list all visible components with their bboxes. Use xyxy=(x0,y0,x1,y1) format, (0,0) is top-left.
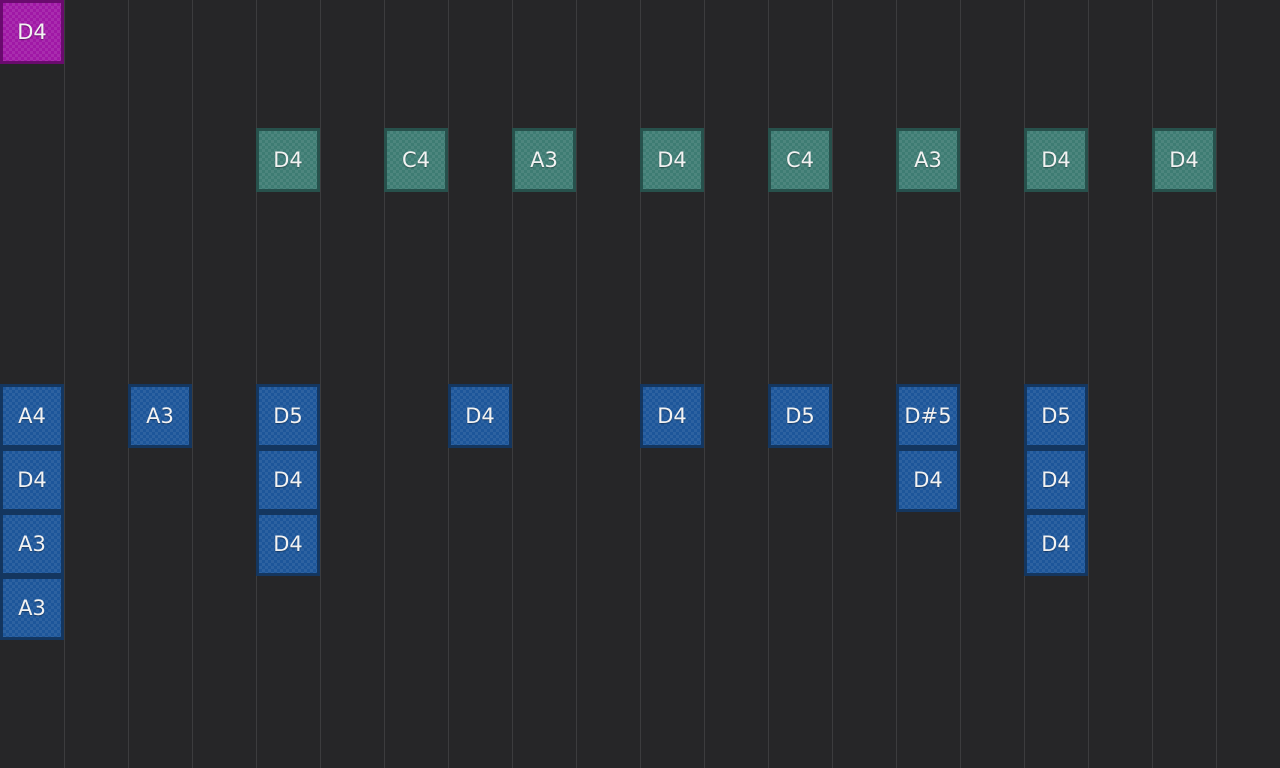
note-label: D4 xyxy=(273,468,303,492)
note-label: D4 xyxy=(273,532,303,556)
note-tile-teal[interactable]: C4 xyxy=(768,128,832,192)
note-label: D4 xyxy=(1169,148,1199,172)
column-divider xyxy=(1088,0,1089,768)
note-label: A3 xyxy=(530,148,558,172)
column-divider xyxy=(1216,0,1217,768)
note-label: D4 xyxy=(913,468,943,492)
column-divider xyxy=(192,0,193,768)
column-divider xyxy=(384,0,385,768)
column-divider xyxy=(960,0,961,768)
column-divider xyxy=(704,0,705,768)
note-label: A3 xyxy=(18,532,46,556)
note-tile-blue[interactable]: D#5 xyxy=(896,384,960,448)
note-tile-teal[interactable]: D4 xyxy=(256,128,320,192)
note-tile-blue[interactable]: D4 xyxy=(256,512,320,576)
note-label: D4 xyxy=(1041,148,1071,172)
note-label: A3 xyxy=(914,148,942,172)
note-tile-blue[interactable]: A4 xyxy=(0,384,64,448)
note-label: C4 xyxy=(401,148,431,172)
note-tile-blue[interactable]: D4 xyxy=(256,448,320,512)
note-tile-teal[interactable]: A3 xyxy=(512,128,576,192)
note-tile-blue[interactable]: D4 xyxy=(896,448,960,512)
note-label: D4 xyxy=(17,468,47,492)
note-label: D4 xyxy=(657,148,687,172)
note-label: D4 xyxy=(1041,468,1071,492)
note-label: D4 xyxy=(657,404,687,428)
note-label: A4 xyxy=(18,404,46,428)
note-tile-blue[interactable]: D4 xyxy=(1024,512,1088,576)
note-tile-blue[interactable]: A3 xyxy=(0,576,64,640)
note-label: D4 xyxy=(465,404,495,428)
note-tile-blue[interactable]: D5 xyxy=(256,384,320,448)
note-tile-blue[interactable]: D4 xyxy=(640,384,704,448)
note-label: D5 xyxy=(1041,404,1071,428)
note-tile-blue[interactable]: A3 xyxy=(0,512,64,576)
note-label: D4 xyxy=(273,148,303,172)
note-tile-blue[interactable]: D4 xyxy=(1024,448,1088,512)
note-tile-blue[interactable]: D5 xyxy=(768,384,832,448)
note-tile-blue[interactable]: D4 xyxy=(448,384,512,448)
note-label: C4 xyxy=(785,148,815,172)
note-label: D5 xyxy=(785,404,815,428)
note-tile-teal[interactable]: D4 xyxy=(640,128,704,192)
column-divider xyxy=(832,0,833,768)
note-tile-teal[interactable]: A3 xyxy=(896,128,960,192)
note-label: D5 xyxy=(273,404,303,428)
note-label: D4 xyxy=(1041,532,1071,556)
note-grid: D4 D4 C4 A3 D4 C4 A3 D4 D4 A4 D4 A3 A3 A3 D5 D4 D4 D4 D4 D5… xyxy=(0,0,1280,768)
note-tile-blue[interactable]: D5 xyxy=(1024,384,1088,448)
note-label: A3 xyxy=(18,596,46,620)
column-divider xyxy=(320,0,321,768)
column-divider xyxy=(576,0,577,768)
column-divider xyxy=(64,0,65,768)
column-divider xyxy=(512,0,513,768)
note-tile-magenta[interactable]: D4 xyxy=(0,0,64,64)
note-tile-teal[interactable]: D4 xyxy=(1024,128,1088,192)
note-label: D#5 xyxy=(904,404,952,428)
note-tile-teal[interactable]: C4 xyxy=(384,128,448,192)
note-tile-blue[interactable]: A3 xyxy=(128,384,192,448)
note-tile-teal[interactable]: D4 xyxy=(1152,128,1216,192)
note-label: D4 xyxy=(17,20,47,44)
note-label: A3 xyxy=(146,404,174,428)
note-tile-blue[interactable]: D4 xyxy=(0,448,64,512)
column-divider xyxy=(1152,0,1153,768)
